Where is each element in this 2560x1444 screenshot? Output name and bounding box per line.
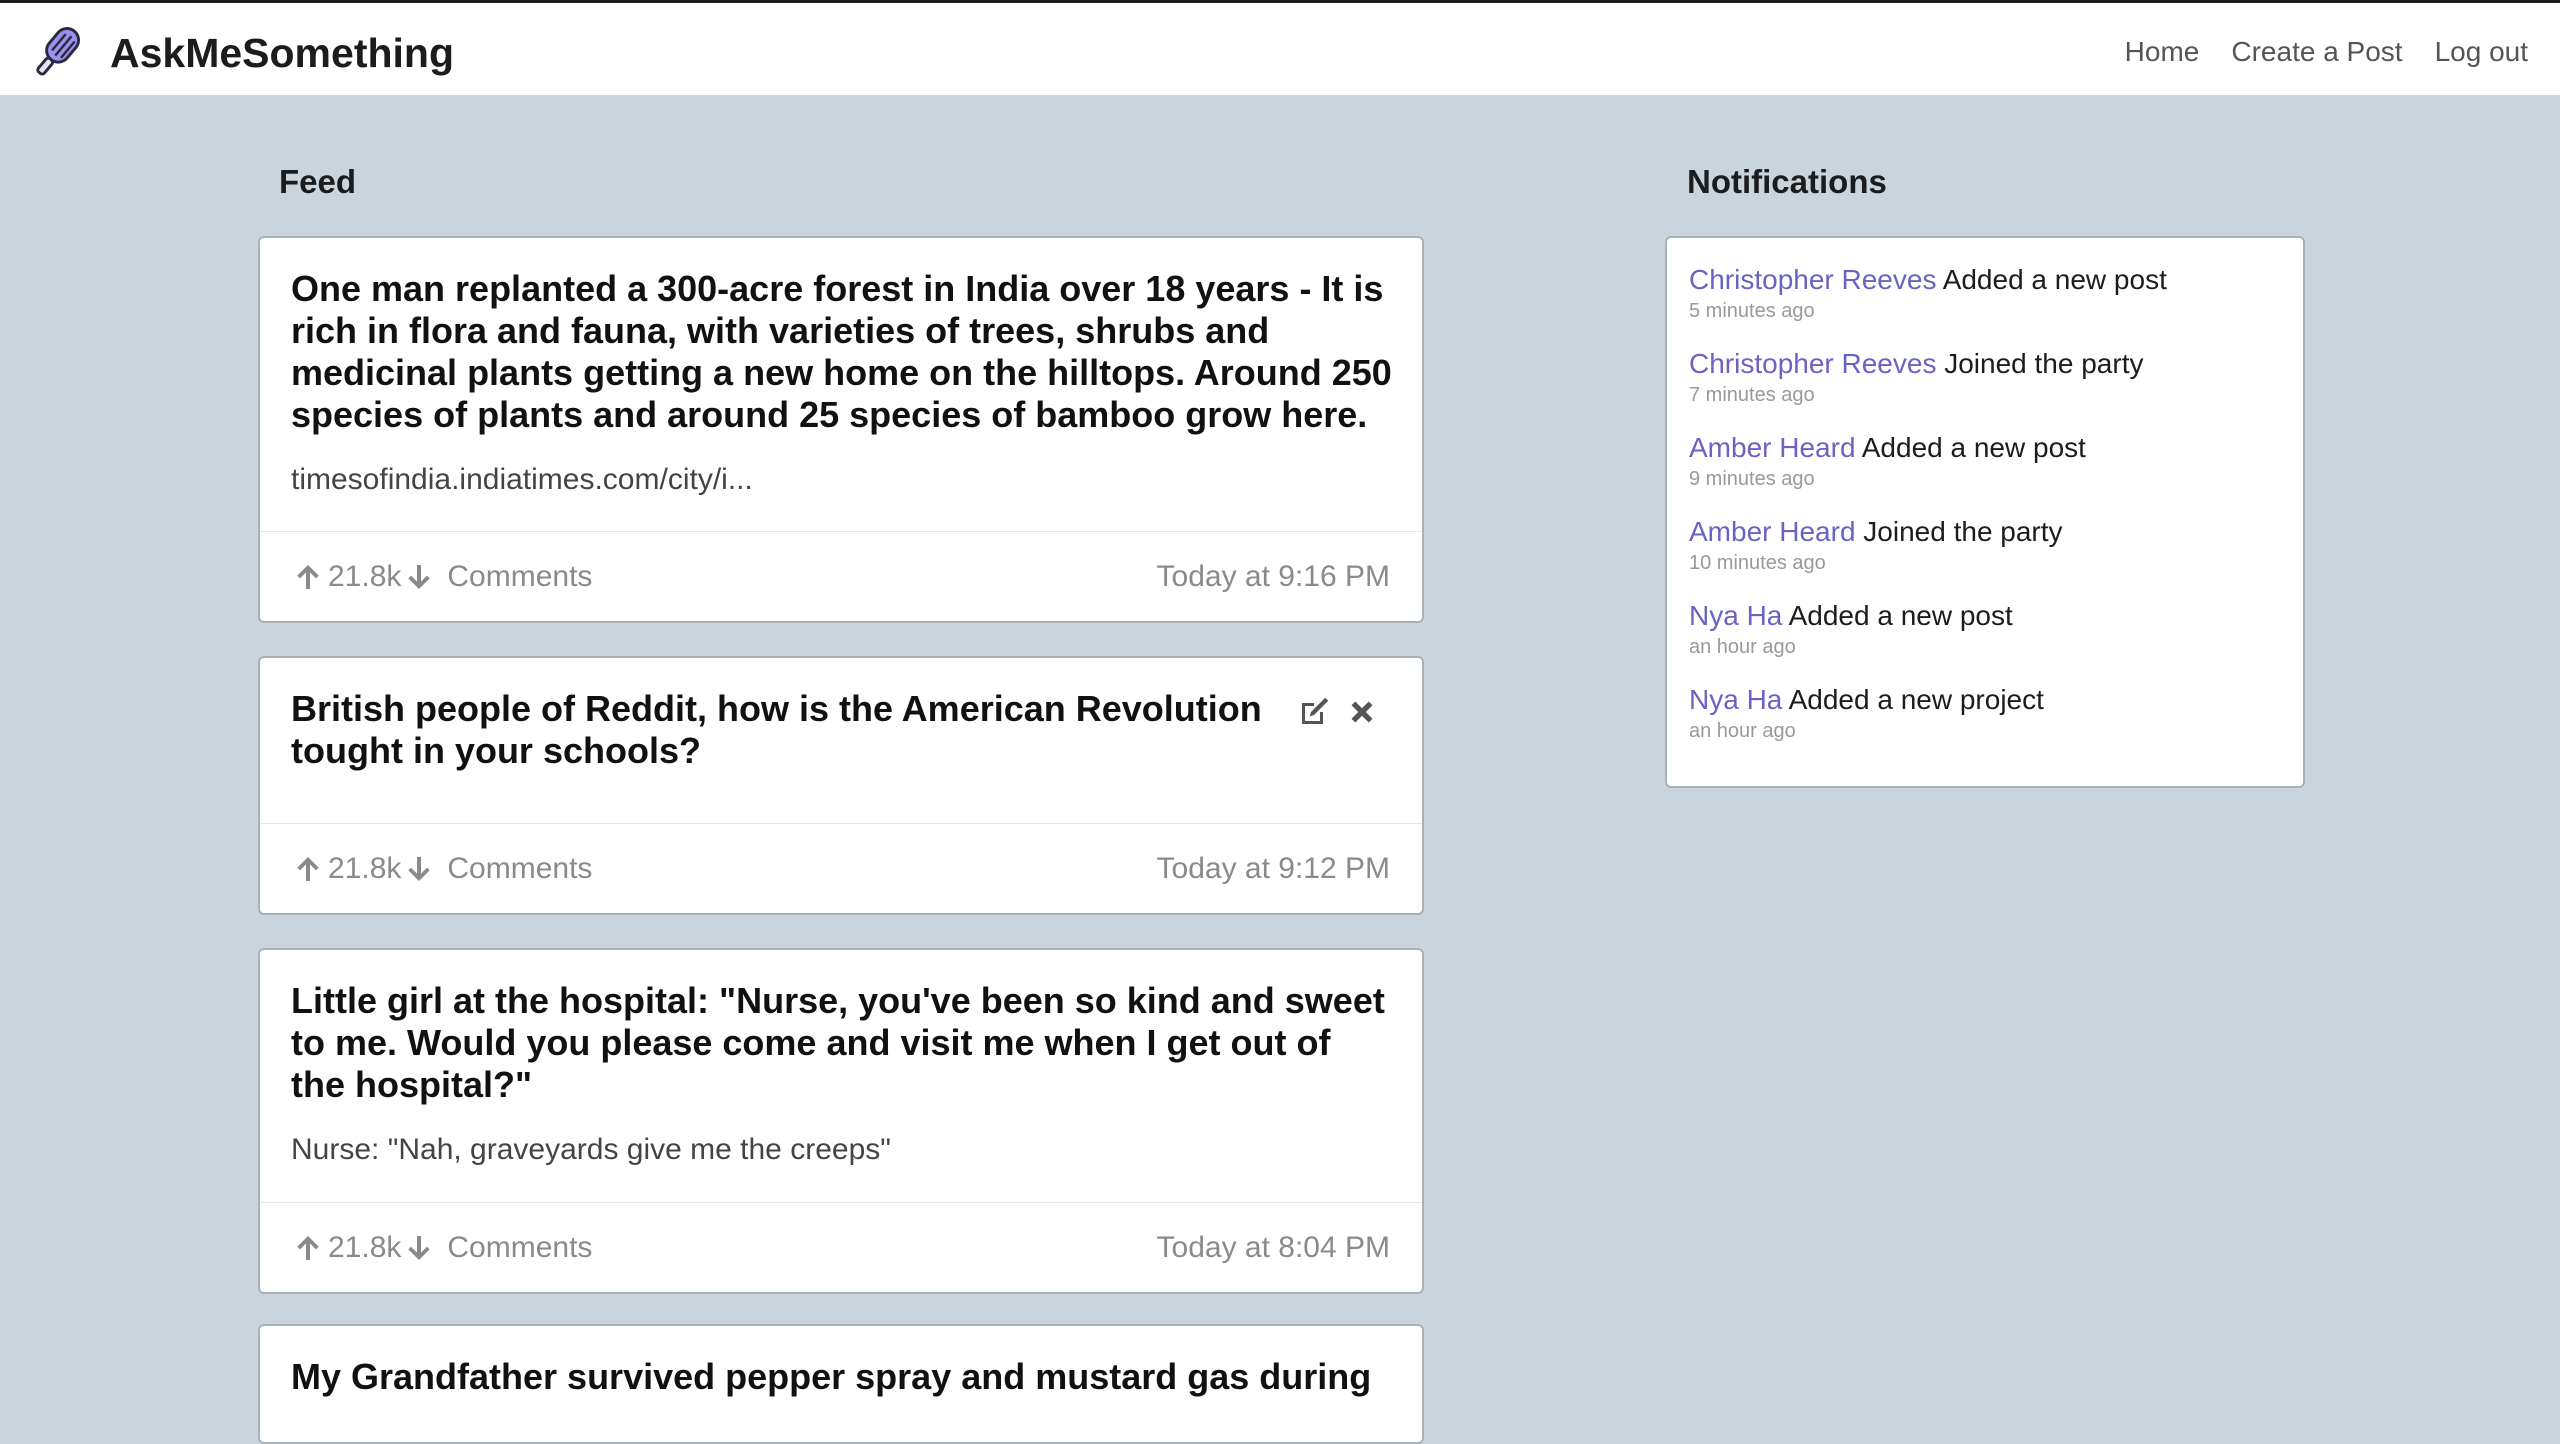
nav-create-post-link[interactable]: Create a Post bbox=[2231, 33, 2402, 71]
notification-action: Added a new post bbox=[1861, 432, 2086, 463]
arrow-up-icon[interactable] bbox=[292, 1231, 324, 1265]
post-description: Nurse: "Nah, graveyards give me the cree… bbox=[291, 1133, 891, 1166]
brand-name[interactable]: AskMeSomething bbox=[110, 27, 454, 79]
notification-user-link[interactable]: Nya Ha bbox=[1689, 684, 1782, 715]
vote-count: 21.8k bbox=[328, 559, 402, 593]
nav-logout-link[interactable]: Log out bbox=[2435, 33, 2528, 71]
arrow-up-icon[interactable] bbox=[292, 852, 324, 886]
post-card[interactable]: Little girl at the hospital: "Nurse, you… bbox=[258, 948, 1424, 1294]
main-nav: Home Create a Post Log out bbox=[2125, 33, 2528, 71]
notification-action: Added a new post bbox=[1788, 600, 2013, 631]
post-card[interactable]: British people of Reddit, how is the Ame… bbox=[258, 656, 1424, 915]
vote-controls: 21.8k Comments bbox=[292, 560, 592, 594]
notification-item: Nya Ha Added a new post an hour ago bbox=[1689, 594, 2281, 678]
notification-user-link[interactable]: Amber Heard bbox=[1689, 432, 1856, 463]
notification-user-link[interactable]: Nya Ha bbox=[1689, 600, 1782, 631]
notification-action: Joined the party bbox=[1944, 348, 2144, 379]
vote-count: 21.8k bbox=[328, 851, 402, 885]
post-timestamp: Today at 8:04 PM bbox=[1156, 1230, 1390, 1264]
comments-link[interactable]: Comments bbox=[447, 560, 592, 594]
notifications-panel: Christopher Reeves Added a new post 5 mi… bbox=[1665, 236, 2305, 788]
notification-item: Christopher Reeves Joined the party 7 mi… bbox=[1689, 342, 2281, 426]
notification-user-link[interactable]: Amber Heard bbox=[1689, 516, 1856, 547]
edit-icon[interactable] bbox=[1296, 694, 1332, 730]
top-navbar: AskMeSomething Home Create a Post Log ou… bbox=[0, 0, 2560, 96]
feed-heading: Feed bbox=[279, 163, 357, 200]
close-icon[interactable] bbox=[1344, 694, 1380, 730]
post-title[interactable]: One man replanted a 300-acre forest in I… bbox=[291, 268, 1392, 436]
arrow-up-icon[interactable] bbox=[292, 560, 324, 594]
notification-user-link[interactable]: Christopher Reeves bbox=[1689, 264, 1936, 295]
post-card[interactable]: My Grandfather survived pepper spray and… bbox=[258, 1324, 1424, 1444]
post-footer: 21.8k Comments Today at 9:12 PM bbox=[260, 823, 1422, 913]
comments-link[interactable]: Comments bbox=[447, 1231, 592, 1265]
notification-item: Christopher Reeves Added a new post 5 mi… bbox=[1689, 258, 2281, 342]
notification-item: Amber Heard Added a new post 9 minutes a… bbox=[1689, 426, 2281, 510]
notification-user-link[interactable]: Christopher Reeves bbox=[1689, 348, 1936, 379]
vote-controls: 21.8k Comments bbox=[292, 852, 592, 886]
notification-action: Joined the party bbox=[1863, 516, 2063, 547]
notification-item: Amber Heard Joined the party 10 minutes … bbox=[1689, 510, 2281, 594]
arrow-down-icon[interactable] bbox=[403, 852, 435, 886]
popsicle-icon[interactable] bbox=[26, 21, 88, 83]
arrow-down-icon[interactable] bbox=[403, 1231, 435, 1265]
post-actions bbox=[1296, 694, 1380, 730]
post-title[interactable]: British people of Reddit, how is the Ame… bbox=[291, 688, 1271, 772]
nav-home-link[interactable]: Home bbox=[2125, 33, 2200, 71]
post-description: timesofindia.indiatimes.com/city/i... bbox=[291, 463, 753, 496]
notification-action: Added a new project bbox=[1788, 684, 2044, 715]
notification-item: Nya Ha Added a new project an hour ago bbox=[1689, 678, 2281, 762]
vote-count: 21.8k bbox=[328, 1230, 402, 1264]
vote-controls: 21.8k Comments bbox=[292, 1231, 592, 1265]
post-timestamp: Today at 9:16 PM bbox=[1156, 559, 1390, 593]
comments-link[interactable]: Comments bbox=[447, 852, 592, 886]
post-footer: 21.8k Comments Today at 8:04 PM bbox=[260, 1202, 1422, 1292]
post-timestamp: Today at 9:12 PM bbox=[1156, 851, 1390, 885]
post-card[interactable]: One man replanted a 300-acre forest in I… bbox=[258, 236, 1424, 623]
notifications-heading: Notifications bbox=[1687, 163, 1887, 200]
notification-action: Added a new post bbox=[1942, 264, 2167, 295]
arrow-down-icon[interactable] bbox=[403, 560, 435, 594]
post-title[interactable]: My Grandfather survived pepper spray and… bbox=[291, 1356, 1392, 1398]
post-footer: 21.8k Comments Today at 9:16 PM bbox=[260, 531, 1422, 621]
post-title[interactable]: Little girl at the hospital: "Nurse, you… bbox=[291, 980, 1392, 1106]
